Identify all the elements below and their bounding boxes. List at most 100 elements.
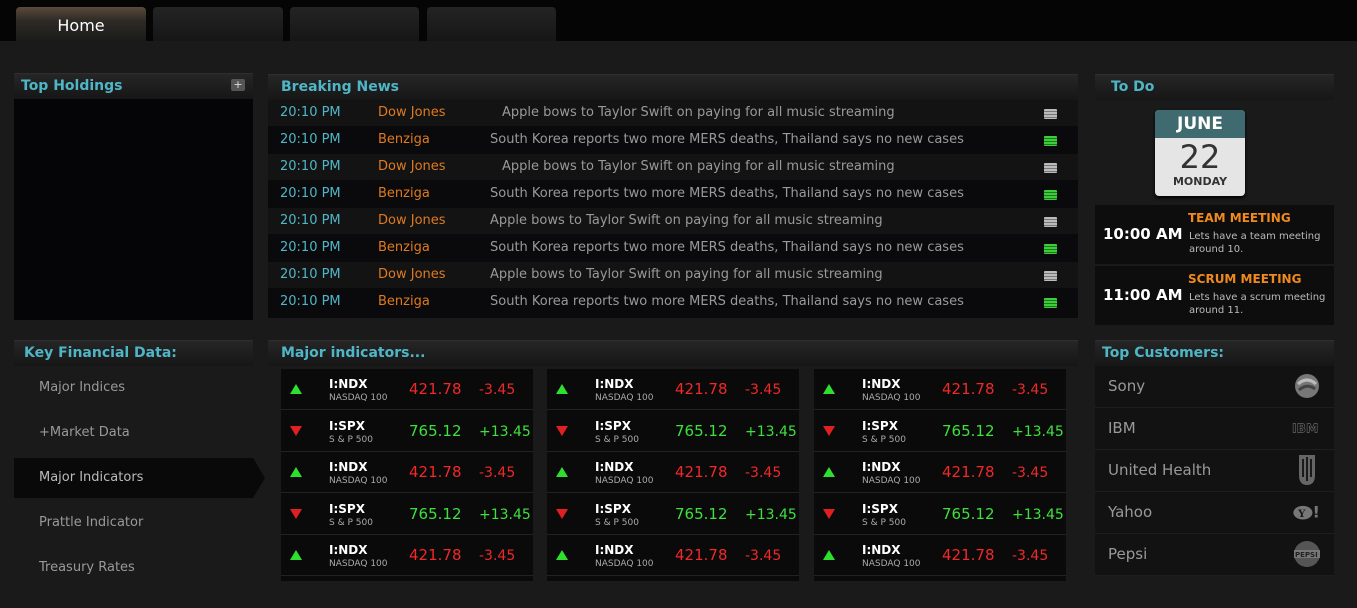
up-arrow-icon: [290, 550, 302, 560]
svg-text:!: !: [1312, 502, 1319, 521]
indicator-row[interactable]: I:SPX S & P 500 765.12 +13.45: [281, 411, 533, 452]
customer-item[interactable]: Yahoo Y!: [1095, 492, 1334, 534]
indicator-value: 421.78: [675, 546, 728, 564]
news-row[interactable]: 20:10 PM Dow Jones Apple bows to Taylor Sw…: [268, 154, 1078, 180]
indicator-symbol: I:SPX: [329, 501, 365, 516]
tab-home[interactable]: Home: [16, 7, 146, 41]
news-source[interactable]: Dow Jones: [378, 100, 446, 126]
todo-item-title: TEAM MEETING: [1188, 211, 1291, 225]
indicator-row[interactable]: I:NDX NASDAQ 100 421.78 -3.45: [281, 535, 533, 576]
news-source[interactable]: Dow Jones: [378, 262, 446, 288]
key-financial-item[interactable]: Major Indices: [14, 368, 253, 408]
customer-item[interactable]: Pepsi PEPSI: [1095, 534, 1334, 576]
indicator-value: 421.78: [409, 380, 462, 398]
indicator-row[interactable]: I:NDX NASDAQ 100 421.78 -3.45: [814, 535, 1066, 576]
todo-item-desc: Lets have a scrum meeting around 11.: [1189, 292, 1326, 316]
news-document-icon[interactable]: [1044, 244, 1057, 254]
up-arrow-icon: [823, 384, 835, 394]
news-source[interactable]: Benziga: [378, 127, 430, 153]
key-financial-item[interactable]: +Market Data: [14, 413, 253, 453]
indicator-row[interactable]: I:NDX NASDAQ 100 421.78 -3.45: [547, 535, 799, 576]
indicator-name: S & P 500: [329, 517, 373, 528]
indicator-row[interactable]: I:NDX NASDAQ 100 421.78 -3.45: [547, 452, 799, 493]
news-row[interactable]: 20:10 PM Dow Jones Apple bows to Taylor Sw…: [268, 208, 1078, 234]
tab-4[interactable]: [427, 7, 556, 41]
news-row[interactable]: 20:10 PM Dow Jones Apple bows to Taylor Sw…: [268, 262, 1078, 288]
indicator-row[interactable]: I:SPX S & P 500 765.12 +13.45: [814, 494, 1066, 535]
key-financial-item[interactable]: Prattle Indicator: [14, 503, 253, 543]
news-document-icon[interactable]: [1044, 298, 1057, 308]
indicator-name: NASDAQ 100: [329, 559, 388, 569]
up-arrow-icon: [823, 467, 835, 477]
indicator-symbol: I:SPX: [329, 418, 365, 433]
todo-time: 10:00 AM: [1103, 225, 1183, 243]
tab-3[interactable]: [290, 7, 419, 41]
news-headline[interactable]: Apple bows to Taylor Swift on paying for…: [490, 208, 883, 234]
indicator-row[interactable]: I:SPX S & P 500 765.12 +13.45: [814, 411, 1066, 452]
customer-name: Yahoo: [1108, 503, 1153, 521]
news-document-icon[interactable]: [1044, 163, 1057, 173]
news-time: 20:10 PM: [280, 267, 341, 282]
customer-name: IBM: [1108, 419, 1136, 437]
news-document-icon[interactable]: [1044, 217, 1057, 227]
calendar-widget[interactable]: JUNE 22 MONDAY: [1155, 110, 1245, 196]
news-document-icon[interactable]: [1044, 190, 1057, 200]
calendar-day: 22: [1179, 138, 1221, 176]
todo-time: 11:00 AM: [1103, 286, 1183, 304]
news-headline[interactable]: South Korea reports two more MERS deaths…: [490, 289, 964, 315]
indicator-name: NASDAQ 100: [862, 476, 921, 486]
indicator-row[interactable]: I:NDX NASDAQ 100 421.78 -3.45: [281, 452, 533, 493]
indicator-symbol: I:NDX: [595, 543, 634, 557]
indicator-value: 421.78: [675, 380, 728, 398]
news-source[interactable]: Benziga: [378, 289, 430, 315]
indicator-row[interactable]: I:NDX NASDAQ 100 421.78 -3.45: [547, 369, 799, 410]
news-headline[interactable]: Apple bows to Taylor Swift on paying for…: [502, 154, 895, 180]
ibm-logo-icon: IBM: [1292, 414, 1322, 442]
up-arrow-icon: [556, 467, 568, 477]
news-headline[interactable]: Apple bows to Taylor Swift on paying for…: [502, 100, 895, 126]
calendar-month: JUNE: [1155, 110, 1245, 138]
indicator-value: 765.12: [409, 504, 462, 523]
news-row[interactable]: 20:10 PM Benziga South Korea reports two m…: [268, 235, 1078, 261]
news-source[interactable]: Dow Jones: [378, 208, 446, 234]
news-headline[interactable]: Apple bows to Taylor Swift on paying for…: [490, 262, 883, 288]
news-document-icon[interactable]: [1044, 109, 1057, 119]
news-row[interactable]: 20:10 PM Benziga South Korea reports two m…: [268, 181, 1078, 207]
indicator-row[interactable]: I:SPX S & P 500 765.12 +13.45: [547, 494, 799, 535]
indicator-change: -3.45: [745, 548, 782, 564]
news-row[interactable]: 20:10 PM Benziga South Korea reports two m…: [268, 127, 1078, 153]
news-time: 20:10 PM: [280, 294, 341, 309]
customer-item[interactable]: Sony: [1095, 366, 1334, 408]
tab-2[interactable]: [153, 7, 283, 41]
breaking-news-title: Breaking News: [268, 74, 1078, 100]
indicator-name: NASDAQ 100: [329, 476, 388, 486]
news-source[interactable]: Dow Jones: [378, 154, 446, 180]
calendar-weekday: MONDAY: [1172, 175, 1228, 188]
indicator-value: 765.12: [675, 421, 728, 440]
news-source[interactable]: Benziga: [378, 181, 430, 207]
news-headline[interactable]: South Korea reports two more MERS deaths…: [490, 181, 964, 207]
todo-item[interactable]: 10:00 AM TEAM MEETING Lets have a team m…: [1095, 205, 1334, 264]
indicator-change: -3.45: [479, 465, 516, 481]
news-headline[interactable]: South Korea reports two more MERS deaths…: [490, 127, 964, 153]
add-holding-button[interactable]: +: [231, 79, 245, 91]
indicator-row[interactable]: I:NDX NASDAQ 100 421.78 -3.45: [814, 452, 1066, 493]
indicator-symbol: I:SPX: [862, 501, 898, 516]
news-headline[interactable]: South Korea reports two more MERS deaths…: [490, 235, 964, 261]
customer-item[interactable]: IBM IBM: [1095, 408, 1334, 450]
todo-item[interactable]: 11:00 AM SCRUM MEETING Lets have a scrum…: [1095, 266, 1334, 325]
news-row[interactable]: 20:10 PM Benziga South Korea reports two m…: [268, 289, 1078, 315]
up-arrow-icon: [556, 550, 568, 560]
news-document-icon[interactable]: [1044, 136, 1057, 146]
top-tab-bar: Home: [0, 0, 1357, 41]
news-row[interactable]: 20:10 PM Dow Jones Apple bows to Taylor Sw…: [268, 100, 1078, 126]
key-financial-item[interactable]: Treasury Rates: [14, 548, 253, 588]
indicator-row[interactable]: I:SPX S & P 500 765.12 +13.45: [547, 411, 799, 452]
key-financial-item[interactable]: Major Indicators: [14, 458, 265, 498]
news-source[interactable]: Benziga: [378, 235, 430, 261]
news-document-icon[interactable]: [1044, 271, 1057, 281]
indicator-row[interactable]: I:NDX NASDAQ 100 421.78 -3.45: [281, 369, 533, 410]
indicator-row[interactable]: I:SPX S & P 500 765.12 +13.45: [281, 494, 533, 535]
customer-item[interactable]: United Health: [1095, 450, 1334, 492]
indicator-row[interactable]: I:NDX NASDAQ 100 421.78 -3.45: [814, 369, 1066, 410]
